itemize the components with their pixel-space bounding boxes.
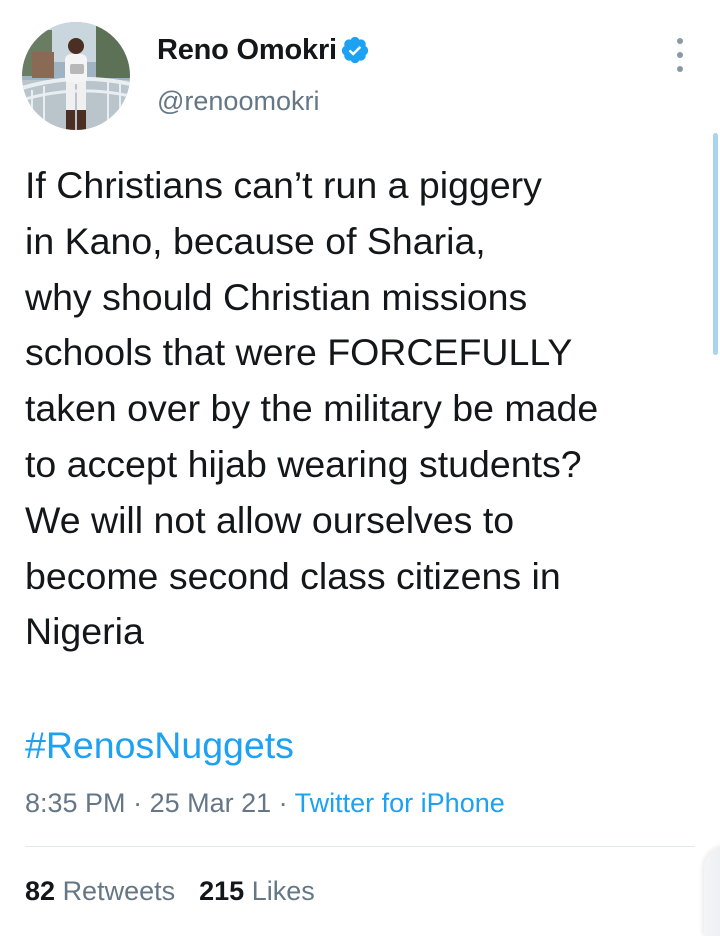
tweet-text-line: Nigeria — [25, 610, 144, 653]
display-name[interactable]: Reno Omokri — [157, 34, 337, 67]
tweet-text-line: why should Christian missions — [25, 275, 528, 318]
verified-badge-icon — [341, 36, 369, 64]
likes-label: Likes — [251, 876, 315, 906]
more-dot — [677, 52, 683, 58]
avatar[interactable] — [22, 22, 130, 130]
tweet-text-line: If Christians can’t run a piggery — [25, 164, 542, 206]
tweet-date[interactable]: 25 Mar 21 — [150, 788, 272, 818]
tweet-source-link[interactable]: Twitter for iPhone — [295, 788, 505, 818]
floating-panel-edge — [704, 846, 720, 936]
more-vertical-icon[interactable] — [668, 38, 692, 72]
meta-separator: · — [271, 788, 295, 818]
avatar-photo — [22, 22, 130, 130]
tweet-text-line: We will not allow ourselves to — [25, 498, 515, 541]
user-handle[interactable]: @renoomokri — [157, 86, 319, 117]
more-dot — [677, 38, 683, 44]
meta-separator: · — [125, 788, 150, 818]
likes-count: 215 — [199, 876, 245, 906]
retweets-label: Retweets — [62, 876, 176, 906]
tweet-stats: 82 Retweets 215 Likes — [25, 874, 315, 908]
hashtag-link[interactable]: #RenosNuggets — [25, 718, 294, 773]
tweet-time[interactable]: 8:35 PM — [25, 788, 126, 818]
divider — [25, 846, 695, 847]
tweet-text-line: become second class citizens in — [25, 554, 561, 597]
more-dot — [677, 66, 683, 72]
retweets-stat[interactable]: 82 Retweets — [25, 876, 175, 906]
tweet-meta: 8:35 PM · 25 Mar 21 · Twitter for iPhone — [25, 786, 505, 820]
tweet-text: If Christians can’t run a piggery in Kan… — [25, 158, 715, 660]
tweet-text-line: schools that were FORCEFULLY — [25, 331, 573, 374]
retweets-count: 82 — [25, 876, 56, 906]
tweet-text-line: taken over by the military be made — [25, 387, 599, 430]
tweet-text-line: in Kano, because of Sharia, — [25, 219, 486, 262]
likes-stat[interactable]: 215 Likes — [199, 876, 315, 906]
tweet-text-line: to accept hijab wearing students? — [25, 442, 582, 485]
